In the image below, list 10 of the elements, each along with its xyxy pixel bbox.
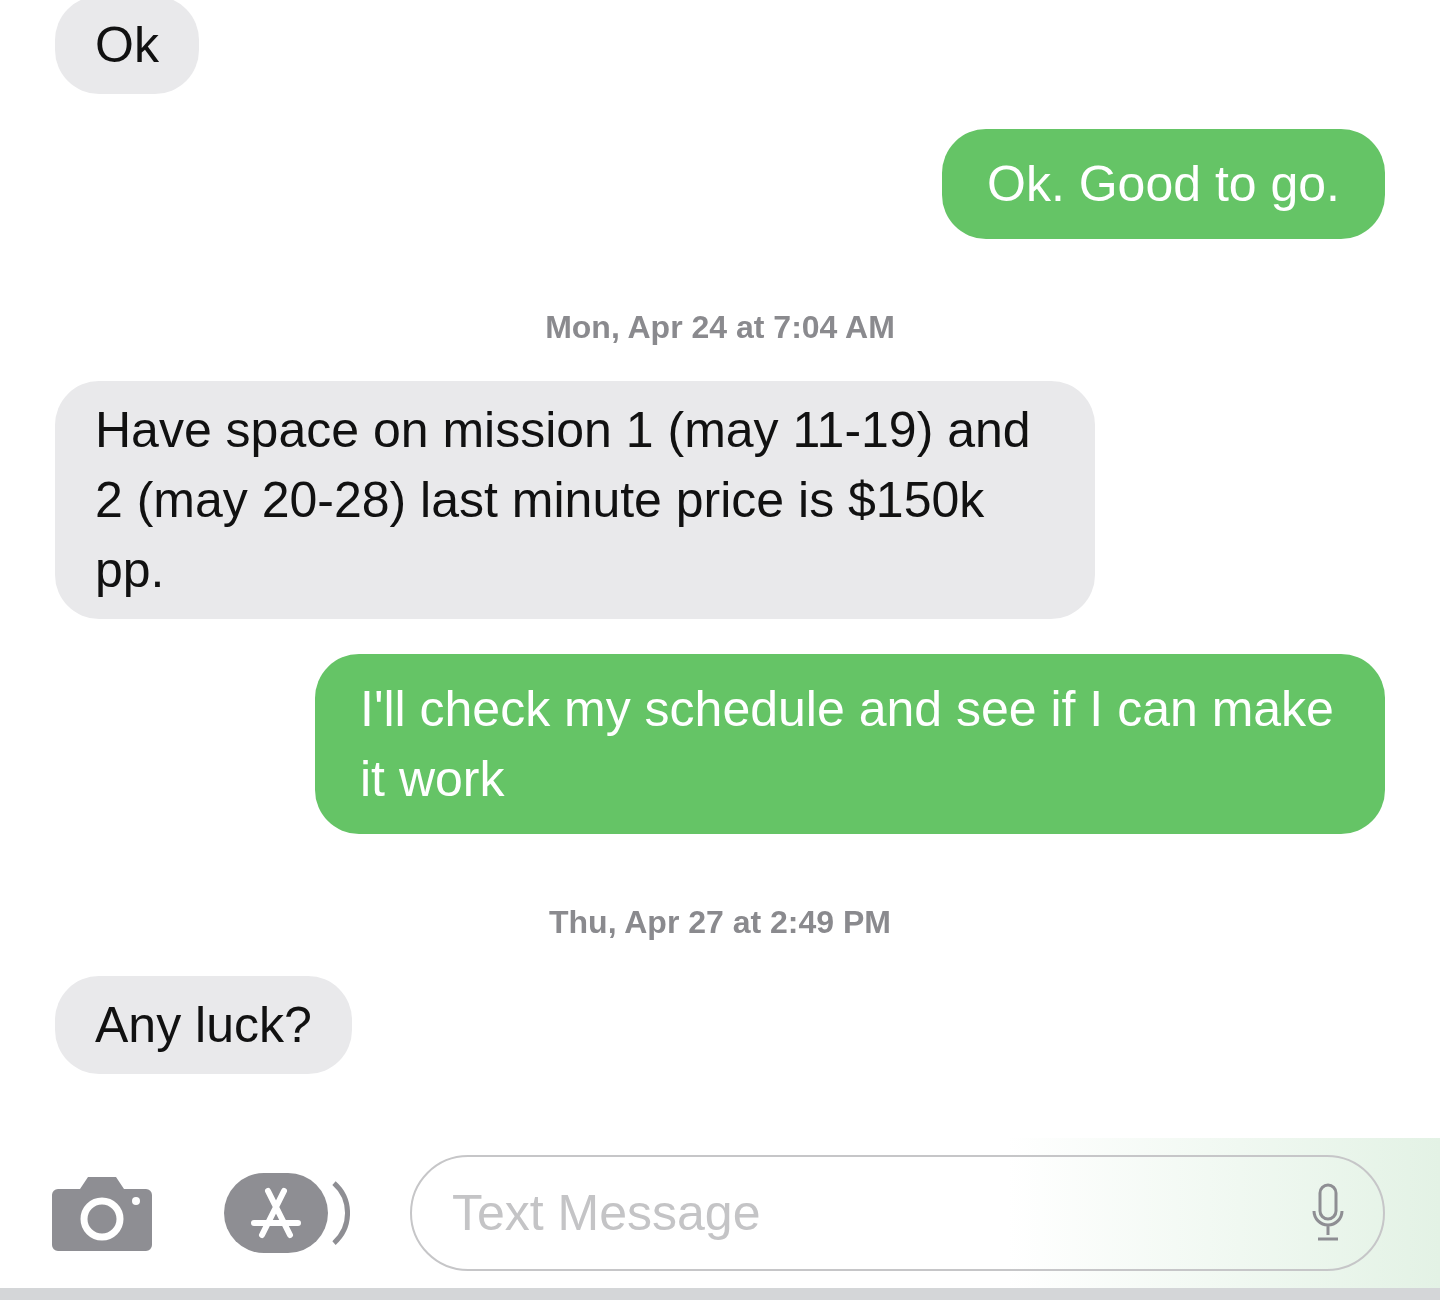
message-bubble: Ok. Good to go. <box>942 129 1385 239</box>
timestamp: Mon, Apr 24 at 7:04 AM <box>545 309 895 346</box>
message-bubble: Ok <box>55 0 199 94</box>
app-store-icon[interactable] <box>224 1173 350 1253</box>
timestamp: Thu, Apr 27 at 2:49 PM <box>549 904 891 941</box>
message-bubble: I'll check my schedule and see if I can make it work <box>315 654 1385 834</box>
message-bubble: Any luck? <box>55 976 352 1074</box>
microphone-icon[interactable] <box>1311 1183 1345 1243</box>
message-bubble: Have space on mission 1 (may 11-19) and 2 (may 20-28) last minute price is $150k pp. <box>55 381 1095 619</box>
message-field[interactable]: Text Message <box>410 1155 1385 1271</box>
